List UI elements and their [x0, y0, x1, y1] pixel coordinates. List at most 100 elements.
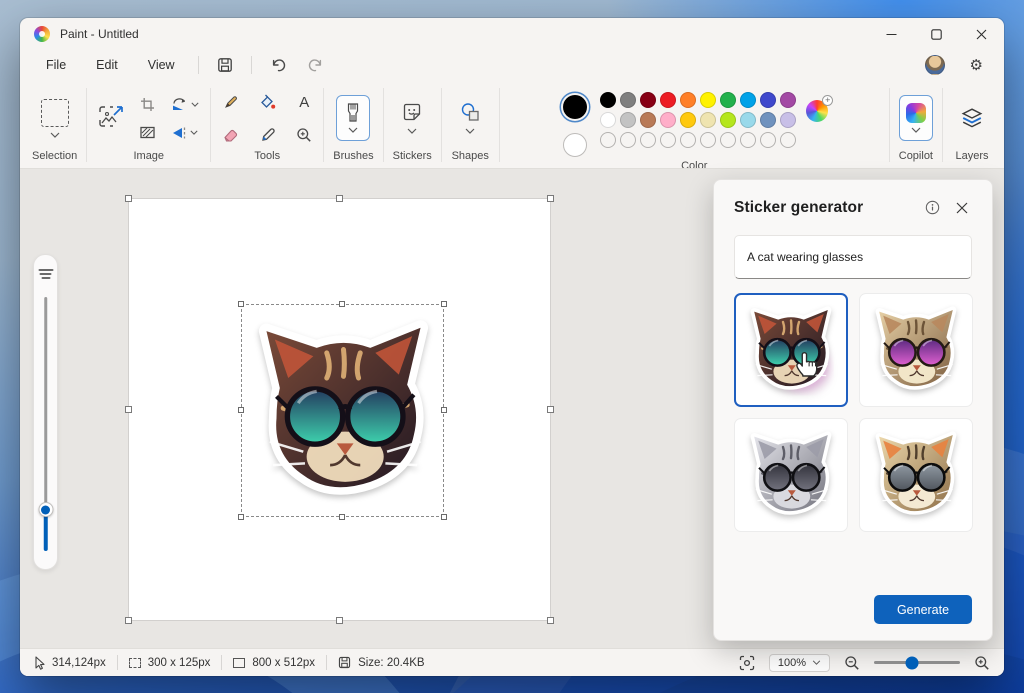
chevron-down-icon — [191, 102, 199, 107]
canvas-resize-handle[interactable] — [547, 617, 554, 624]
eyedropper-icon — [261, 127, 275, 141]
canvas-resize-handle[interactable] — [125, 195, 132, 202]
layers-button[interactable] — [952, 105, 992, 131]
size-slider-track[interactable] — [43, 297, 48, 525]
generate-button[interactable]: Generate — [874, 595, 972, 624]
canvas[interactable] — [125, 195, 554, 624]
color-swatch[interactable] — [600, 92, 617, 108]
text-tool-button[interactable]: A — [297, 92, 311, 113]
paint-window: Paint - Untitled File Edit View ⚙ Select… — [20, 18, 1004, 676]
minimize-button[interactable] — [869, 18, 914, 50]
fill-tool-button[interactable] — [257, 92, 278, 112]
copilot-button[interactable] — [898, 95, 933, 141]
selection-region[interactable] — [238, 301, 447, 520]
magnifier-tool-button[interactable] — [294, 125, 314, 145]
empty-color-slot[interactable] — [600, 132, 617, 148]
empty-color-slot[interactable] — [740, 132, 757, 148]
magnifier-icon — [297, 127, 311, 142]
menu-view[interactable]: View — [134, 54, 189, 76]
shapes-button[interactable] — [451, 99, 490, 137]
color-swatch[interactable] — [700, 112, 717, 128]
color-swatch[interactable] — [640, 92, 657, 108]
color-swatch[interactable] — [760, 92, 777, 108]
color-swatch[interactable] — [620, 112, 637, 128]
group-label: Copilot — [898, 150, 933, 162]
redo-button[interactable] — [298, 55, 333, 76]
undo-button[interactable] — [261, 55, 296, 76]
canvas-resize-handle[interactable] — [335, 195, 343, 202]
color-swatch[interactable] — [680, 112, 697, 128]
size-slider-handle[interactable] — [38, 502, 53, 517]
color-swatch[interactable] — [740, 92, 757, 108]
selection-tool-button[interactable] — [40, 98, 69, 127]
menu-edit[interactable]: Edit — [82, 54, 132, 76]
empty-color-slot[interactable] — [700, 132, 717, 148]
file-size-icon — [338, 656, 351, 669]
group-label: Image — [133, 150, 165, 162]
zoom-level-dropdown[interactable]: 100% — [768, 653, 830, 672]
color-swatch[interactable] — [780, 112, 797, 128]
account-avatar[interactable] — [924, 55, 945, 75]
color-swatch[interactable] — [740, 112, 757, 128]
color2-swatch[interactable] — [563, 133, 588, 157]
color-swatch[interactable] — [680, 92, 697, 108]
sticker-thumbnail-4[interactable] — [859, 418, 973, 532]
sticker-thumbnail-3[interactable] — [734, 418, 848, 532]
sticker-thumbnail-1[interactable] — [734, 293, 848, 407]
menu-file[interactable]: File — [32, 54, 80, 76]
canvas-resize-handle[interactable] — [547, 195, 554, 202]
maximize-button[interactable] — [914, 18, 959, 50]
rotate-button[interactable] — [169, 95, 201, 114]
sticker-thumbnail-2[interactable] — [859, 293, 973, 407]
chevron-down-icon[interactable] — [50, 132, 60, 138]
brushes-button[interactable] — [336, 95, 371, 141]
color1-swatch[interactable] — [563, 95, 588, 119]
color-swatch[interactable] — [620, 92, 637, 108]
save-button[interactable] — [208, 54, 242, 76]
stickers-button[interactable] — [393, 99, 431, 137]
info-button[interactable] — [921, 196, 944, 219]
pasted-cat-sticker[interactable] — [243, 306, 444, 517]
color-swatch[interactable] — [660, 92, 677, 108]
pencil-icon — [224, 96, 237, 108]
empty-color-slot[interactable] — [620, 132, 637, 148]
zoom-slider-track[interactable] — [874, 656, 960, 669]
panel-close-button[interactable] — [952, 198, 972, 218]
canvas-resize-handle[interactable] — [125, 617, 132, 624]
cat-sticker-image — [868, 427, 964, 523]
fit-to-screen-button[interactable] — [737, 653, 757, 673]
resize-button[interactable] — [138, 124, 157, 141]
canvas-resize-handle[interactable] — [547, 405, 554, 413]
zoom-in-button[interactable] — [972, 653, 992, 673]
pencil-tool-button[interactable] — [221, 92, 241, 112]
edit-colors-button[interactable]: + — [806, 95, 834, 122]
close-button[interactable] — [959, 18, 1004, 50]
color-swatch[interactable] — [760, 112, 777, 128]
color-swatch[interactable] — [600, 112, 617, 128]
plus-icon: + — [822, 95, 834, 106]
zoom-out-button[interactable] — [842, 653, 862, 673]
background-removal-button[interactable] — [96, 103, 126, 133]
color-swatch[interactable] — [780, 92, 797, 108]
empty-color-slot[interactable] — [660, 132, 677, 148]
canvas-resize-handle[interactable] — [125, 405, 132, 413]
empty-color-slot[interactable] — [640, 132, 657, 148]
empty-color-slot[interactable] — [780, 132, 797, 148]
color-swatch[interactable] — [720, 112, 737, 128]
empty-color-slot[interactable] — [680, 132, 697, 148]
eraser-tool-button[interactable] — [220, 126, 241, 144]
color-swatch[interactable] — [720, 92, 737, 108]
zoom-slider-handle[interactable] — [905, 656, 919, 669]
color-swatch[interactable] — [640, 112, 657, 128]
toolbar: Selection Image A Tools Brushes Stickers… — [20, 80, 1004, 172]
empty-color-slot[interactable] — [760, 132, 777, 148]
settings-button[interactable]: ⚙ — [961, 55, 992, 76]
eyedropper-tool-button[interactable] — [258, 125, 278, 145]
color-swatch[interactable] — [700, 92, 717, 108]
empty-color-slot[interactable] — [720, 132, 737, 148]
color-swatch[interactable] — [660, 112, 677, 128]
canvas-resize-handle[interactable] — [335, 617, 343, 624]
crop-button[interactable] — [138, 95, 157, 114]
flip-button[interactable] — [169, 124, 201, 142]
prompt-input[interactable] — [734, 235, 972, 279]
